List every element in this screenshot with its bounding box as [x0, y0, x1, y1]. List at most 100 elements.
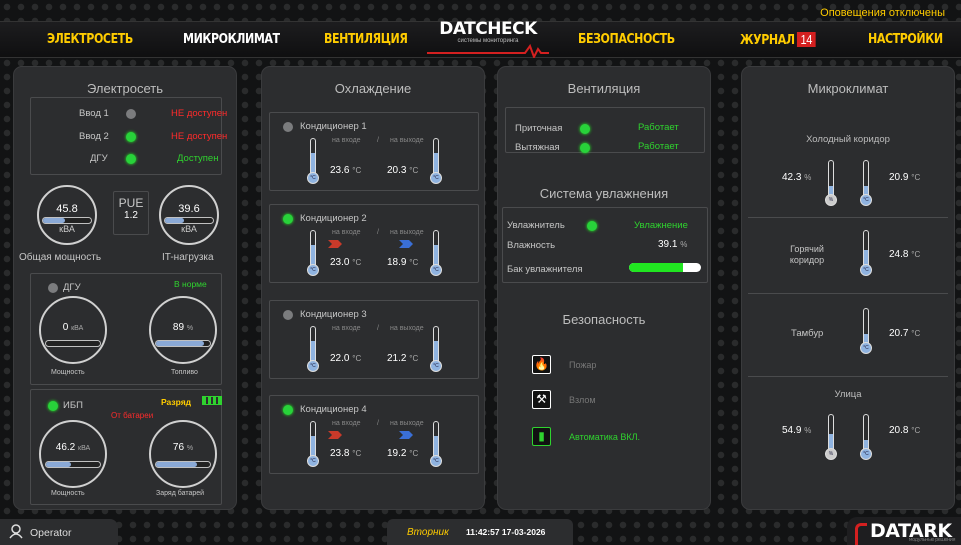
ac-card[interactable]: Кондиционер 2 °C на входе / на выходе °C…	[269, 204, 479, 283]
cold-aisle-temp-readout: 20.9 °C	[889, 172, 920, 183]
ac-outlet-temp: 21.2	[387, 353, 407, 364]
nav-journal[interactable]: ЖУРНАЛ 14	[740, 32, 816, 48]
airflow-arrows-icon	[328, 431, 413, 439]
ac-name: Кондиционер	[300, 213, 359, 224]
total-power-label: Общая мощность	[19, 252, 102, 263]
ups-power-value: 46.2	[55, 442, 76, 453]
ac-status-indicator	[283, 214, 293, 224]
ups-charge-label: Заряд батарей	[156, 490, 205, 497]
supply-indicator	[580, 124, 590, 134]
cold-aisle-temp: 20.9	[889, 172, 909, 183]
cold-aisle-temp-thermometer: °C	[860, 160, 872, 206]
dgu-input-status: Доступен	[177, 153, 219, 164]
ac-outlet-thermometer: °C	[430, 230, 442, 276]
cold-aisle-humidity-thermometer: %	[825, 160, 837, 206]
dgu-input-indicator	[126, 154, 136, 164]
ac-inlet-readout: 23.8 °C	[330, 448, 361, 459]
dgu-box: ДГУ В норме 0 кВА 89 % Мощность Топливо	[30, 273, 222, 385]
ac-card[interactable]: Кондиционер 1 °C на входе / на выходе °C…	[269, 112, 479, 191]
outlet-label: на выходе	[390, 137, 424, 144]
ac-card[interactable]: Кондиционер 3 °C на входе / на выходе °C…	[269, 300, 479, 379]
dgu-power-gauge: 0 кВА	[39, 296, 107, 364]
total-power-value: 45.8	[56, 203, 78, 215]
ac-outlet-temp: 18.9	[387, 257, 407, 268]
vestibule-title: Тамбур	[791, 328, 824, 339]
ac-title: Кондиционер 2	[300, 213, 367, 224]
ac-outlet-thermometer: °C	[430, 138, 442, 184]
dgu-fuel-readout: 89 %	[151, 322, 215, 333]
ac-outlet-temp: 19.2	[387, 448, 407, 459]
hot-aisle-temp: 24.8	[889, 249, 909, 260]
fire-icon: 🔥	[532, 355, 551, 374]
ac-outlet-readout: 19.2 °C	[387, 448, 418, 459]
ups-charge-unit: %	[186, 445, 194, 452]
ac-outlet-readout: 21.2 °C	[387, 353, 418, 364]
ac-inlet-readout: 23.6 °C	[330, 165, 361, 176]
nav-power[interactable]: ЭЛЕКТРОСЕТЬ	[47, 32, 133, 47]
total-power-unit: кВА	[59, 224, 75, 234]
ac-inlet-temp: 22.0	[330, 353, 350, 364]
alerts-status[interactable]: Оповещения отключены	[820, 7, 945, 19]
operator-name: Operator	[30, 527, 72, 539]
tank-level-bar	[629, 263, 701, 272]
pue-value: 1.2	[124, 210, 138, 221]
hammer-icon: ⚒	[532, 390, 551, 409]
dgu-power-unit: кВА	[71, 325, 84, 332]
hot-aisle-temp-unit: °C	[911, 250, 921, 259]
divider	[748, 293, 948, 294]
input-1-indicator	[126, 109, 136, 119]
power-title: Электросеть	[86, 81, 163, 96]
logo-name: DATCHECK	[439, 19, 537, 39]
dgu-power-readout: 0 кВА	[41, 322, 105, 333]
nav-settings[interactable]: НАСТРОЙКИ	[868, 32, 943, 47]
dgu-fuel-value: 89	[172, 322, 185, 333]
ac-inlet-unit: °C	[352, 354, 362, 363]
dgu-indicator	[48, 283, 58, 293]
ac-outlet-temp: 20.3	[387, 165, 407, 176]
total-power-gauge: 45.8 кВА	[37, 185, 97, 245]
operator-button[interactable]: Operator	[0, 519, 118, 545]
nav-security[interactable]: БЕЗОПАСНОСТЬ	[578, 32, 675, 47]
slash-separator: /	[377, 137, 379, 144]
outside-temp: 20.8	[889, 425, 909, 436]
ac-inlet-temp: 23.8	[330, 448, 350, 459]
total-power-bar	[42, 217, 92, 224]
ventilation-title: Вентиляция	[567, 81, 641, 96]
outside-humidity: 54.9	[782, 425, 802, 436]
vestibule-temp-unit: °C	[911, 329, 921, 338]
level-fill	[46, 462, 71, 467]
automation-label: Автоматика ВКЛ.	[569, 432, 641, 442]
humidity-readout: 39.1 %	[658, 239, 687, 250]
ac-card[interactable]: Кондиционер 4 °C на входе / на выходе °C…	[269, 395, 479, 474]
ac-name: Кондиционер	[300, 309, 359, 320]
ups-power-bar	[45, 461, 101, 468]
ups-charge-gauge: 76 %	[149, 420, 217, 488]
divider	[748, 376, 948, 377]
cold-aisle-humidity-unit: %	[804, 173, 812, 182]
logo: DATCHECK системы мониторинга	[427, 20, 549, 60]
ac-number: 4	[361, 404, 367, 415]
ups-charge-bar	[155, 461, 211, 468]
hot-aisle-title: Горячий коридор	[789, 244, 825, 265]
nav-ventilation[interactable]: ВЕНТИЛЯЦИЯ	[324, 32, 408, 47]
ups-power-label: Мощность	[51, 490, 85, 497]
ac-outlet-unit: °C	[409, 449, 419, 458]
microclimate-title: Микроклимат	[807, 81, 889, 96]
ups-source: От батареи	[111, 411, 154, 420]
outside-humidity-unit: %	[804, 426, 812, 435]
ac-inlet-thermometer: °C	[307, 138, 319, 184]
nav-climate[interactable]: МИКРОКЛИМАТ	[183, 32, 280, 47]
outside-title: Улица	[834, 389, 862, 400]
slash-separator: /	[377, 420, 379, 427]
vestibule-temp-readout: 20.7 °C	[889, 328, 920, 339]
dgu-input-label: ДГУ	[90, 153, 108, 164]
ups-charge-readout: 76 %	[151, 442, 215, 453]
it-load-unit: кВА	[181, 224, 197, 234]
ups-power-gauge: 46.2 кВА	[39, 420, 107, 488]
humidity-label: Влажность	[507, 240, 556, 251]
dgu-label: ДГУ	[63, 282, 81, 293]
dgu-fuel-gauge: 89 %	[149, 296, 217, 364]
ac-status-indicator	[283, 310, 293, 320]
level-fill	[156, 341, 205, 346]
cooling-title: Охлаждение	[334, 81, 412, 96]
